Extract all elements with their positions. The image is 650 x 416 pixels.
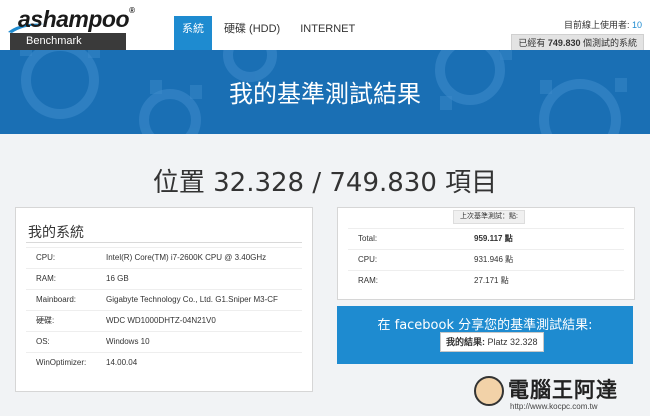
share-button-value: Platz 32.328: [487, 337, 538, 347]
main-nav: 系統 硬碟 (HDD) INTERNET: [174, 16, 367, 50]
my-system-card: 我的系統 CPU: Intel(R) Core(TM) i7-2600K CPU…: [15, 207, 313, 392]
system-row-value: WDC WD1000DHTZ-04N21V0: [106, 316, 216, 325]
nav-tab-system[interactable]: 系統: [174, 16, 212, 50]
watermark-title: 電腦王阿達: [508, 378, 618, 402]
system-row-value: Windows 10: [106, 337, 150, 346]
product-label: Benchmark: [10, 33, 126, 50]
facebook-share-button[interactable]: 我的結果: Platz 32.328: [440, 332, 544, 352]
system-row-key: Mainboard:: [36, 295, 77, 304]
score-row-key: Total:: [358, 234, 378, 243]
system-row-value: 14.00.04: [106, 358, 138, 367]
system-row-hdd: 硬碟: WDC WD1000DHTZ-04N21V0: [26, 310, 302, 331]
online-users-label: 目前線上使用者:: [563, 20, 630, 30]
site-watermark: 電腦王阿達 http://www.kocpc.com.tw: [474, 372, 644, 416]
score-row-cpu: CPU: 931.946 點: [348, 249, 624, 270]
header: ashampoo® Benchmark 系統 硬碟 (HDD) INTERNET…: [0, 0, 650, 52]
score-row-key: RAM:: [358, 276, 378, 285]
system-row-key: OS:: [36, 337, 50, 346]
system-row-mainboard: Mainboard: Gigabyte Technology Co., Ltd.…: [26, 289, 302, 310]
tested-prefix: 已經有: [518, 38, 546, 48]
online-users-count: 10: [631, 20, 642, 30]
system-row-value: 16 GB: [106, 274, 129, 283]
results-banner: 我的基準測試結果: [0, 50, 650, 134]
system-row-cpu: CPU: Intel(R) Core(TM) i7-2600K CPU @ 3.…: [26, 247, 302, 268]
system-row-os: OS: Windows 10: [26, 331, 302, 352]
system-row-key: CPU:: [36, 253, 56, 262]
score-row-key: CPU:: [358, 255, 378, 264]
score-row-ram: RAM: 27.171 點: [348, 270, 624, 291]
share-button-bold-label: 我的結果:: [446, 337, 485, 347]
nav-tab-hdd[interactable]: 硬碟 (HDD): [216, 16, 288, 50]
logo-text: ashampoo: [18, 6, 130, 32]
banner-title: 我的基準測試結果: [229, 80, 421, 108]
score-row-value: 931.946 點: [474, 255, 514, 264]
logo-registered-mark: ®: [129, 6, 135, 15]
my-system-title: 我的系統: [28, 225, 84, 241]
nav-tab-internet[interactable]: INTERNET: [292, 16, 363, 50]
online-users: 目前線上使用者: 10: [564, 18, 642, 31]
system-row-key: RAM:: [36, 274, 56, 283]
system-row-key: WinOptimizer:: [36, 358, 87, 367]
tested-suffix: 個測試的系統: [582, 38, 637, 48]
ranking-position: 位置 32.328 / 749.830 項目: [152, 168, 498, 198]
score-card-header: 上次基準測試：點:: [453, 210, 525, 224]
watermark-url: http://www.kocpc.com.tw: [510, 402, 598, 411]
score-row-total: Total: 959.117 點: [348, 228, 624, 249]
facebook-share-box: 在 facebook 分享您的基準測試結果: 我的結果: Platz 32.32…: [337, 306, 633, 364]
mascot-face-icon: [474, 376, 504, 406]
tested-count: 749.830: [547, 38, 581, 48]
system-row-key: 硬碟:: [36, 316, 55, 325]
system-row-value: Gigabyte Technology Co., Ltd. G1.Sniper …: [106, 295, 278, 304]
my-system-divider: [26, 242, 302, 243]
facebook-share-text: 在 facebook 分享您的基準測試結果:: [377, 318, 593, 333]
system-row-winoptimizer: WinOptimizer: 14.00.04: [26, 352, 302, 373]
benchmark-score-card: 上次基準測試：點: Total: 959.117 點 CPU: 931.946 …: [337, 207, 635, 300]
system-row-value: Intel(R) Core(TM) i7-2600K CPU @ 3.40GHz: [106, 253, 267, 262]
score-row-value: 959.117 點: [474, 234, 513, 243]
system-row-ram: RAM: 16 GB: [26, 268, 302, 289]
score-row-value: 27.171 點: [474, 276, 509, 285]
ashampoo-logo[interactable]: ashampoo®: [18, 6, 135, 33]
